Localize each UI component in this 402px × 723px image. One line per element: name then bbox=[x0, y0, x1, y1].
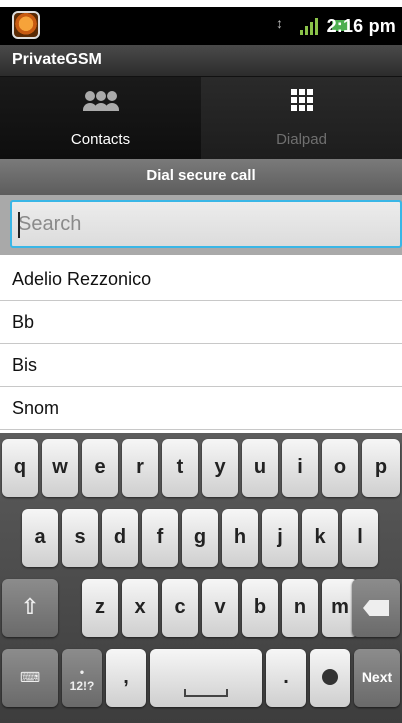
wifi-icon: ↕ bbox=[276, 15, 283, 31]
key-x[interactable]: x bbox=[122, 579, 158, 637]
app-title-bar: PrivateGSM bbox=[0, 45, 402, 77]
comma-key[interactable]: , bbox=[106, 649, 146, 707]
key-y[interactable]: y bbox=[202, 439, 238, 497]
status-bar: ↕ 2:16 pm bbox=[0, 7, 402, 45]
key-f[interactable]: f bbox=[142, 509, 178, 567]
shift-key[interactable]: ⇧ bbox=[2, 579, 58, 637]
symbols-label: 12!? bbox=[69, 679, 95, 693]
list-item[interactable]: Snom bbox=[0, 387, 402, 430]
tab-bar: Contacts Dialpad bbox=[0, 77, 402, 159]
mic-icon: • bbox=[79, 665, 85, 679]
key-l[interactable]: l bbox=[342, 509, 378, 567]
key-d[interactable]: d bbox=[102, 509, 138, 567]
tab-dialpad-label: Dialpad bbox=[276, 131, 327, 148]
soft-keyboard: q w e r t y u i o p a s d f g h j k l ⇧ … bbox=[0, 433, 402, 723]
space-key[interactable] bbox=[150, 649, 262, 707]
search-box bbox=[10, 200, 402, 248]
tab-contacts-label: Contacts bbox=[70, 131, 131, 148]
emoji-key[interactable] bbox=[310, 649, 350, 707]
key-z[interactable]: z bbox=[82, 579, 118, 637]
key-q[interactable]: q bbox=[2, 439, 38, 497]
app-title: PrivateGSM bbox=[12, 51, 102, 68]
app-notification-icon bbox=[12, 11, 40, 39]
contact-list: Adelio Rezzonico Bb Bis Snom bbox=[0, 258, 402, 430]
contacts-icon bbox=[82, 89, 119, 111]
key-a[interactable]: a bbox=[22, 509, 58, 567]
key-p[interactable]: p bbox=[362, 439, 400, 497]
key-c[interactable]: c bbox=[162, 579, 198, 637]
keyboard-icon: ⌨ bbox=[19, 669, 41, 685]
signal-icon bbox=[300, 17, 320, 35]
tab-contacts[interactable]: Contacts bbox=[0, 77, 201, 159]
key-j[interactable]: j bbox=[262, 509, 298, 567]
space-icon bbox=[184, 689, 228, 697]
backspace-icon bbox=[363, 600, 389, 616]
key-t[interactable]: t bbox=[162, 439, 198, 497]
key-b[interactable]: b bbox=[242, 579, 278, 637]
key-i[interactable]: i bbox=[282, 439, 318, 497]
backspace-key[interactable] bbox=[352, 579, 400, 637]
next-key[interactable]: Next bbox=[354, 649, 400, 707]
emoji-icon bbox=[322, 669, 338, 685]
key-s[interactable]: s bbox=[62, 509, 98, 567]
tab-dialpad[interactable]: Dialpad bbox=[201, 77, 402, 159]
key-h[interactable]: h bbox=[222, 509, 258, 567]
key-g[interactable]: g bbox=[182, 509, 218, 567]
dial-secure-call-bar: Dial secure call bbox=[0, 159, 402, 195]
text-cursor bbox=[18, 212, 20, 238]
key-k[interactable]: k bbox=[302, 509, 338, 567]
symbols-key[interactable]: • 12!? bbox=[62, 649, 102, 707]
key-u[interactable]: u bbox=[242, 439, 278, 497]
key-o[interactable]: o bbox=[322, 439, 358, 497]
status-time: 2:16 pm bbox=[326, 16, 396, 36]
shift-icon: ⇧ bbox=[20, 594, 40, 619]
key-r[interactable]: r bbox=[122, 439, 158, 497]
search-container bbox=[0, 195, 402, 255]
period-key[interactable]: . bbox=[266, 649, 306, 707]
key-n[interactable]: n bbox=[282, 579, 318, 637]
top-border bbox=[0, 0, 402, 7]
list-item[interactable]: Bb bbox=[0, 301, 402, 344]
keyboard-settings-key[interactable]: ⌨ bbox=[2, 649, 58, 707]
list-item[interactable]: Adelio Rezzonico bbox=[0, 258, 402, 301]
search-input[interactable] bbox=[12, 202, 400, 246]
key-e[interactable]: e bbox=[82, 439, 118, 497]
dial-secure-call-label: Dial secure call bbox=[146, 167, 256, 184]
key-v[interactable]: v bbox=[202, 579, 238, 637]
dialpad-icon bbox=[290, 89, 313, 111]
key-w[interactable]: w bbox=[42, 439, 78, 497]
list-item[interactable]: Bis bbox=[0, 344, 402, 387]
